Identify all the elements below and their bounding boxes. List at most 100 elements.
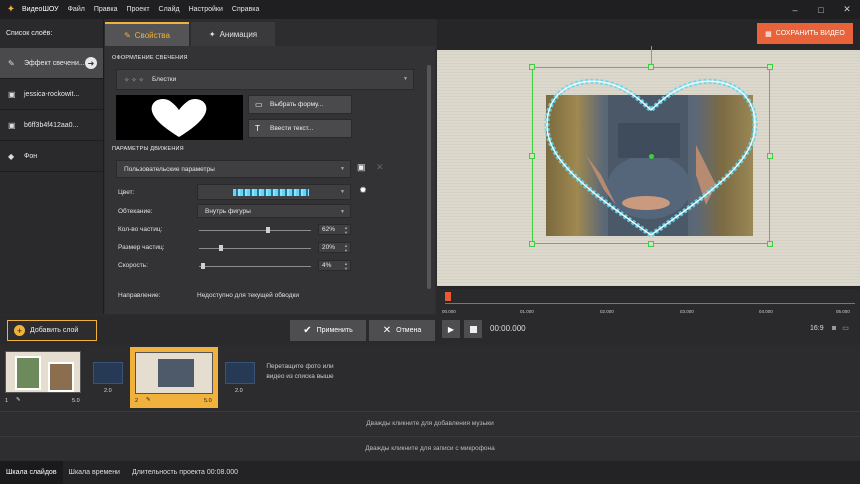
tab-properties[interactable]: ✎ Свойства <box>105 22 189 46</box>
transition-2[interactable] <box>225 362 255 384</box>
center-point[interactable] <box>649 154 654 159</box>
property-tabs: ✎ Свойства ✦ Анимация <box>105 19 435 46</box>
direction-label: Направление: <box>118 292 161 299</box>
cancel-button[interactable]: ✕ Отмена <box>369 320 435 341</box>
close-icon: ✕ <box>382 325 392 336</box>
count-value: 62% <box>322 226 336 233</box>
gear-icon[interactable]: ✹ <box>357 185 369 197</box>
menu-slide[interactable]: Слайд <box>159 6 180 13</box>
button-label: СОХРАНИТЬ ВИДЕО <box>775 30 845 37</box>
text-icon: T <box>255 124 260 133</box>
image-icon: ▣ <box>8 120 16 130</box>
resize-handle[interactable] <box>648 64 654 70</box>
delete-preset-icon[interactable]: ✕ <box>376 162 384 173</box>
direction-value: Недоступно для текущей обводки <box>197 292 300 299</box>
resize-handle[interactable] <box>767 241 773 247</box>
tab-time-timeline[interactable]: Шкала времени <box>63 461 126 484</box>
slider-knob[interactable] <box>219 245 224 251</box>
save-preset-icon[interactable]: ▣ <box>357 162 366 173</box>
camera-icon[interactable]: ◙ <box>832 325 836 332</box>
layer-item-photo-2[interactable]: ▣ b6ff3b4f412aa0... <box>0 110 103 141</box>
arrow-right-icon[interactable]: ➜ <box>85 57 97 69</box>
enter-text-button[interactable]: T Ввести текст... <box>248 119 352 138</box>
music-track-row[interactable]: Дважды кликните для добавления музыки <box>0 411 860 435</box>
edit-icon: ✎ <box>124 30 131 40</box>
ruler-tick: 00.000 <box>442 309 456 314</box>
close-icon[interactable]: ✕ <box>834 0 860 19</box>
mic-track-row[interactable]: Дважды кликните для записи с микрофона <box>0 436 860 460</box>
speed-value: 4% <box>322 262 332 269</box>
wand-icon: ✎ <box>8 58 15 68</box>
resize-handle[interactable] <box>529 241 535 247</box>
count-label: Кол-во частиц: <box>118 226 163 233</box>
spinner-icon[interactable]: ▲ ▼ <box>344 225 348 235</box>
layer-item-photo-1[interactable]: ▣ jessica-rockowit... <box>0 79 103 110</box>
transition-1[interactable] <box>93 362 123 384</box>
play-icon: ▶ <box>447 324 455 334</box>
button-label: Добавить слой <box>30 327 79 334</box>
speed-input[interactable]: 4% ▲ ▼ <box>318 260 351 271</box>
slide-1[interactable]: 1 ✎ 5.0 <box>2 347 88 408</box>
ruler-line <box>445 303 855 304</box>
preset-select[interactable]: Пользовательские параметры ▼ <box>116 160 351 178</box>
slide-2[interactable]: 2 ✎ 5.0 <box>130 347 218 408</box>
save-video-button[interactable]: ▦ СОХРАНИТЬ ВИДЕО <box>757 23 853 44</box>
count-input[interactable]: 62% ▲ ▼ <box>318 224 351 235</box>
selection-box[interactable] <box>529 46 773 247</box>
minimize-icon[interactable]: – <box>782 0 808 19</box>
menu-edit[interactable]: Правка <box>94 6 118 13</box>
color-select[interactable]: ▼ <box>197 184 351 200</box>
pencil-icon[interactable]: ✎ <box>146 397 151 403</box>
menu-help[interactable]: Справка <box>232 6 259 13</box>
fullscreen-icon[interactable]: ▭ <box>842 325 849 332</box>
image-icon: ▣ <box>8 89 16 99</box>
slider-knob[interactable] <box>201 263 206 269</box>
glow-section-title: ОФОРМЛЕНИЕ СВЕЧЕНИЯ <box>112 55 188 61</box>
apply-button[interactable]: ✔ Применить <box>290 320 366 341</box>
properties-panel: ОФОРМЛЕНИЕ СВЕЧЕНИЯ ✧ ✧ ✧ Блестки ▼ ▭ Вы… <box>105 46 435 314</box>
speed-slider[interactable] <box>199 263 311 269</box>
spinner-icon[interactable]: ▲ ▼ <box>344 261 348 271</box>
maximize-icon[interactable]: □ <box>808 0 834 19</box>
layer-item-background[interactable]: ◆ Фон <box>0 141 103 172</box>
spinner-icon[interactable]: ▲ ▼ <box>344 243 348 253</box>
choose-shape-button[interactable]: ▭ Выбрать форму... <box>248 95 352 114</box>
properties-scrollbar[interactable] <box>427 65 431 289</box>
timeline-ruler[interactable] <box>437 289 860 315</box>
playhead-marker[interactable] <box>445 292 451 301</box>
motion-icon: ✦ <box>208 29 216 39</box>
app-logo-icon: ✦ <box>6 4 16 15</box>
add-layer-button[interactable]: + Добавить слой <box>7 320 97 341</box>
tab-animation[interactable]: ✦ Анимация <box>191 22 275 46</box>
speed-label: Скорость: <box>118 262 148 269</box>
stop-button[interactable] <box>464 320 482 338</box>
shape-preview <box>116 95 243 140</box>
rotate-handle[interactable] <box>651 46 652 64</box>
wrap-label: Обтекание: <box>118 208 153 215</box>
slide-thumbnail <box>135 352 213 394</box>
menu-settings[interactable]: Настройки <box>189 6 223 13</box>
resize-handle[interactable] <box>648 241 654 247</box>
slide-number: 1 <box>5 398 9 404</box>
aspect-ratio[interactable]: 16:9 <box>810 325 824 332</box>
play-button[interactable]: ▶ <box>442 320 460 338</box>
window-controls: – □ ✕ <box>782 0 860 19</box>
photo-thumb <box>15 356 41 390</box>
resize-handle[interactable] <box>529 153 535 159</box>
ruler-tick: 01.000 <box>520 309 534 314</box>
wrap-select[interactable]: Внутрь фигуры ▼ <box>197 204 351 218</box>
size-input[interactable]: 20% ▲ ▼ <box>318 242 351 253</box>
resize-handle[interactable] <box>767 64 773 70</box>
effect-select[interactable]: ✧ ✧ ✧ Блестки ▼ <box>116 69 414 90</box>
menu-project[interactable]: Проект <box>126 6 149 13</box>
slider-knob[interactable] <box>266 227 271 233</box>
menu-file[interactable]: Файл <box>68 6 85 13</box>
resize-handle[interactable] <box>529 64 535 70</box>
count-slider[interactable] <box>199 227 311 233</box>
pencil-icon[interactable]: ✎ <box>16 397 21 403</box>
size-slider[interactable] <box>199 245 311 251</box>
tab-slides-timeline[interactable]: Шкала слайдов <box>0 461 63 484</box>
resize-handle[interactable] <box>767 153 773 159</box>
layer-item-glow[interactable]: ✎ Эффект свечени... ➜ <box>0 48 103 79</box>
transition-duration: 2.0 <box>104 388 112 394</box>
